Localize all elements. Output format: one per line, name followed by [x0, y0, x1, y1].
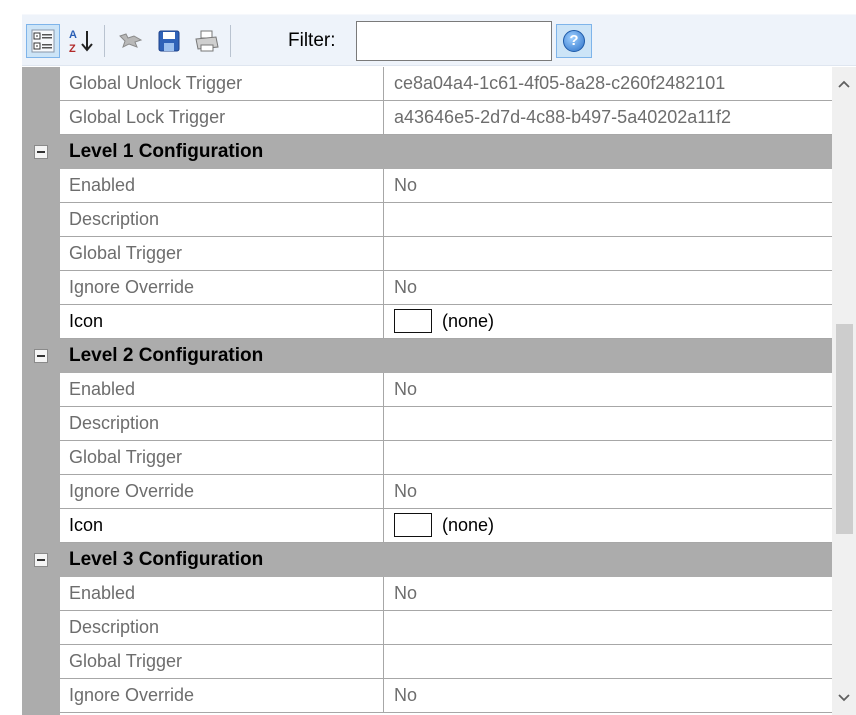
- category-row[interactable]: Level 2 Configuration: [22, 339, 832, 373]
- property-name: Enabled: [60, 577, 384, 611]
- categorized-view-button[interactable]: [26, 24, 60, 58]
- delete-button[interactable]: [114, 24, 148, 58]
- delete-icon: [119, 33, 143, 48]
- collapse-icon[interactable]: [34, 553, 48, 567]
- property-name: Ignore Override: [60, 271, 384, 305]
- property-value[interactable]: No: [384, 679, 832, 713]
- scroll-down-button[interactable]: [832, 681, 856, 715]
- property-value[interactable]: a43646e5-2d7d-4c88-b497-5a40202a11f2: [384, 101, 832, 135]
- svg-text:A: A: [69, 29, 77, 41]
- property-value[interactable]: [384, 441, 832, 475]
- property-name: Description: [60, 407, 384, 441]
- property-value[interactable]: ce8a04a4-1c61-4f05-8a28-c260f2482101: [384, 67, 832, 101]
- alphabetical-sort-button[interactable]: A Z: [64, 24, 98, 58]
- help-button[interactable]: ?: [556, 24, 592, 58]
- property-value[interactable]: No: [384, 475, 832, 509]
- property-row[interactable]: Icon (none): [22, 305, 832, 339]
- icon-preview-swatch: [394, 308, 432, 333]
- collapse-icon[interactable]: [34, 349, 48, 363]
- property-grid: Global Unlock Trigger ce8a04a4-1c61-4f05-…: [22, 67, 832, 715]
- svg-text:Z: Z: [69, 43, 76, 55]
- property-value-text: (none): [442, 515, 495, 535]
- property-row[interactable]: Description: [22, 611, 832, 645]
- property-name: Icon: [60, 509, 384, 543]
- property-name: Description: [60, 203, 384, 237]
- property-row[interactable]: Ignore Override No: [22, 679, 832, 713]
- property-value[interactable]: No: [384, 169, 832, 203]
- property-name: Global Trigger: [60, 645, 384, 679]
- save-button[interactable]: [152, 24, 186, 58]
- property-value[interactable]: (none): [384, 305, 832, 339]
- property-row[interactable]: Ignore Override No: [22, 475, 832, 509]
- icon-preview-swatch: [394, 512, 432, 537]
- property-name: Icon: [60, 305, 384, 339]
- property-value[interactable]: No: [384, 271, 832, 305]
- property-row[interactable]: Description: [22, 203, 832, 237]
- scroll-up-button[interactable]: [832, 67, 856, 101]
- property-value[interactable]: [384, 645, 832, 679]
- property-row[interactable]: Enabled No: [22, 577, 832, 611]
- help-icon: ?: [563, 30, 585, 52]
- categorized-icon: [31, 29, 55, 53]
- property-name: Enabled: [60, 373, 384, 407]
- category-title: Level 3 Configuration: [69, 549, 264, 570]
- print-button[interactable]: [190, 24, 224, 58]
- property-row[interactable]: Global Trigger: [22, 237, 832, 271]
- property-row[interactable]: Global Lock Trigger a43646e5-2d7d-4c88-b4…: [22, 101, 832, 135]
- property-row[interactable]: Icon (none): [22, 509, 832, 543]
- chevron-down-icon: [838, 694, 850, 702]
- property-row[interactable]: Global Trigger: [22, 645, 832, 679]
- filter-label: Filter:: [288, 30, 336, 51]
- alphabetical-icon: A Z: [69, 29, 93, 55]
- property-grid-toolbar: A Z Filter: ?: [22, 14, 856, 66]
- category-row[interactable]: Level 3 Configuration: [22, 543, 832, 577]
- vertical-scrollbar[interactable]: [832, 67, 856, 715]
- property-value[interactable]: No: [384, 577, 832, 611]
- property-value[interactable]: [384, 611, 832, 645]
- property-name: Global Trigger: [60, 441, 384, 475]
- collapse-icon[interactable]: [34, 145, 48, 159]
- property-name: Global Trigger: [60, 237, 384, 271]
- property-name: Ignore Override: [60, 475, 384, 509]
- toolbar-separator: [104, 25, 105, 57]
- property-value[interactable]: [384, 203, 832, 237]
- property-name: Ignore Override: [60, 679, 384, 713]
- property-row[interactable]: Description: [22, 407, 832, 441]
- category-row[interactable]: Level 1 Configuration: [22, 135, 832, 169]
- property-row[interactable]: Ignore Override No: [22, 271, 832, 305]
- property-name: Global Unlock Trigger: [60, 67, 384, 101]
- property-row[interactable]: Global Trigger: [22, 441, 832, 475]
- property-value-text: (none): [442, 311, 495, 331]
- property-value[interactable]: (none): [384, 509, 832, 543]
- property-value[interactable]: [384, 407, 832, 441]
- property-row[interactable]: Enabled No: [22, 373, 832, 407]
- chevron-up-icon: [838, 80, 850, 88]
- scrollbar-thumb[interactable]: [836, 324, 853, 534]
- property-row[interactable]: Enabled No: [22, 169, 832, 203]
- property-name: Enabled: [60, 169, 384, 203]
- property-row[interactable]: Global Unlock Trigger ce8a04a4-1c61-4f05-…: [22, 67, 832, 101]
- category-title: Level 2 Configuration: [69, 345, 264, 366]
- property-value[interactable]: [384, 237, 832, 271]
- filter-input[interactable]: [356, 21, 552, 61]
- property-name: Global Lock Trigger: [60, 101, 384, 135]
- category-title: Level 1 Configuration: [69, 141, 264, 162]
- property-name: Description: [60, 611, 384, 645]
- property-value[interactable]: No: [384, 373, 832, 407]
- toolbar-separator: [230, 25, 231, 57]
- save-icon: [158, 30, 180, 52]
- print-icon: [195, 30, 219, 52]
